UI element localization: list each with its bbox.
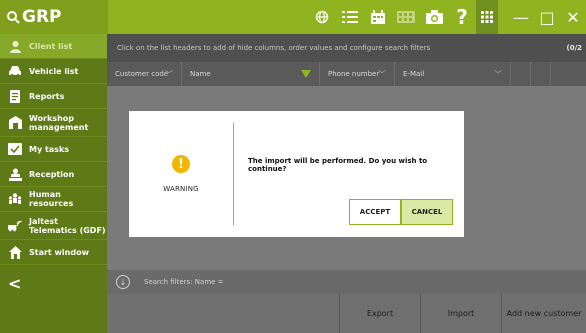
sidebar: Client list Vehicle list Reports Worksho… xyxy=(0,34,107,333)
help-icon[interactable]: ? xyxy=(448,0,476,34)
accept-button[interactable]: ACCEPT xyxy=(349,199,401,225)
sidebar-item-client-list[interactable]: Client list xyxy=(0,34,107,59)
sidebar-item-human-resources[interactable]: Human resources xyxy=(0,187,107,212)
sidebar-item-workshop-management[interactable]: Workshop management xyxy=(0,109,107,137)
dialog-icon-panel: ! WARNING xyxy=(129,123,234,225)
close-button[interactable]: ✕ xyxy=(560,0,586,34)
calculator-icon[interactable] xyxy=(392,0,420,34)
chevron-down-icon: ﹀ xyxy=(494,70,502,79)
import-button[interactable]: Import xyxy=(420,294,501,333)
sidebar-item-vehicle-list[interactable]: Vehicle list xyxy=(0,59,107,84)
sidebar-item-reports[interactable]: Reports xyxy=(0,84,107,109)
hint-bar: Click on the list headers to add of hide… xyxy=(107,34,586,62)
title-bar: GRP ? — □ ✕ xyxy=(0,0,586,34)
camera-icon[interactable] xyxy=(420,0,448,34)
sidebar-item-jaltest-telematics[interactable]: Jaltest Telematics (GDF) xyxy=(0,212,107,240)
car-icon xyxy=(8,64,22,78)
minimize-button[interactable]: — xyxy=(508,0,534,34)
reception-icon xyxy=(8,167,22,181)
sidebar-item-my-tasks[interactable]: My tasks xyxy=(0,137,107,162)
list-icon[interactable] xyxy=(336,0,364,34)
column-header-row: Customer code ﹀ Name Phone number ﹀ E-Ma… xyxy=(107,62,586,86)
sort-down-icon xyxy=(301,70,311,78)
calendar-icon[interactable] xyxy=(364,0,392,34)
dialog-body: The import will be performed. Do you wis… xyxy=(234,111,464,237)
column-header-customer-code[interactable]: Customer code ﹀ xyxy=(107,62,182,86)
cancel-button[interactable]: CANCEL xyxy=(401,199,453,225)
home-icon xyxy=(8,245,22,259)
sidebar-item-reception[interactable]: Reception xyxy=(0,162,107,187)
warning-icon: ! xyxy=(172,155,190,173)
workshop-icon xyxy=(8,116,22,130)
column-header-email[interactable]: E-Mail ﹀ xyxy=(395,62,511,86)
app-title: GRP xyxy=(22,7,62,27)
column-header-extra-2[interactable] xyxy=(531,62,551,86)
record-count: (0/2 xyxy=(566,44,583,52)
column-header-phone-number[interactable]: Phone number ﹀ xyxy=(320,62,395,86)
chevron-down-icon: ﹀ xyxy=(165,70,173,79)
dialog-message: The import will be performed. Do you wis… xyxy=(248,157,428,173)
tasks-icon xyxy=(8,142,22,156)
search-icon xyxy=(7,11,20,24)
add-new-customer-button[interactable]: Add new customer xyxy=(501,294,586,333)
filter-bar: ↓ Search filters: Name = xyxy=(107,270,586,294)
telematics-icon xyxy=(8,219,22,233)
chevron-down-icon: ﹀ xyxy=(378,70,386,79)
dialog-title: WARNING xyxy=(163,185,199,193)
search-filters-text: Search filters: Name = xyxy=(144,278,224,286)
grid-icon[interactable] xyxy=(476,0,498,34)
bottom-action-bar: Export Import Add new customer xyxy=(107,294,586,333)
globe-icon[interactable] xyxy=(308,0,336,34)
column-header-extra-1[interactable] xyxy=(511,62,531,86)
export-button[interactable]: Export xyxy=(339,294,420,333)
filter-icon[interactable]: ↓ xyxy=(116,275,130,289)
sidebar-item-start-window[interactable]: Start window xyxy=(0,240,107,265)
warning-dialog: ! WARNING The import will be performed. … xyxy=(129,111,464,237)
app-logo: GRP xyxy=(0,0,108,34)
user-icon xyxy=(8,39,22,53)
maximize-button[interactable]: □ xyxy=(534,0,560,34)
hint-text: Click on the list headers to add of hide… xyxy=(117,44,431,52)
collapse-sidebar-button[interactable]: < xyxy=(8,274,21,293)
report-icon xyxy=(8,89,22,103)
column-header-name[interactable]: Name xyxy=(182,62,320,86)
people-icon xyxy=(8,192,22,206)
